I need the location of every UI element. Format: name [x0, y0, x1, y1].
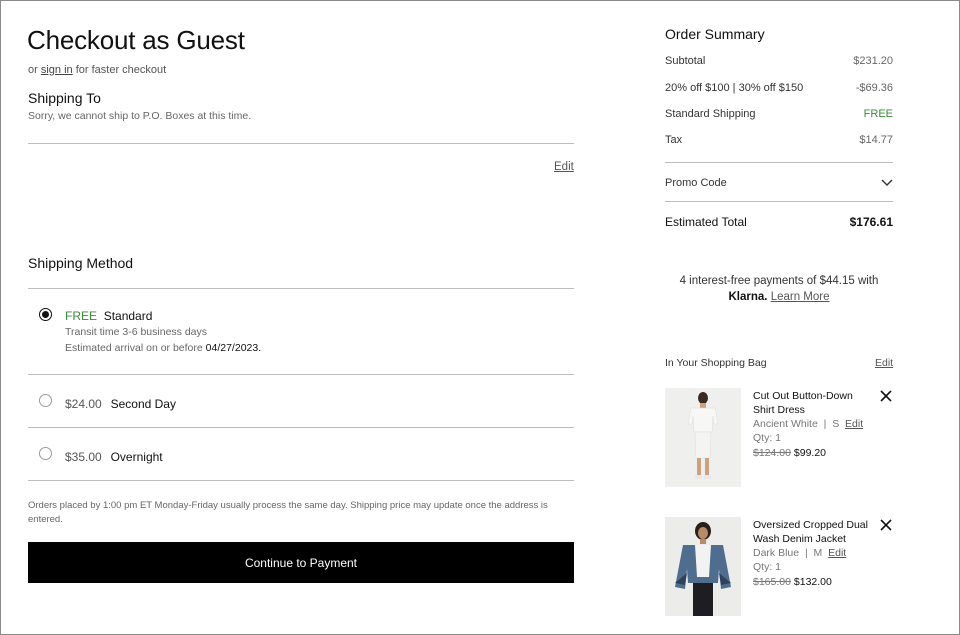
estimated-total-label: Estimated Total: [665, 215, 747, 229]
summary-row-discount: 20% off $100 | 30% off $150 -$69.36: [665, 82, 893, 94]
estimated-total-value: $176.61: [849, 215, 893, 229]
page-title: Checkout as Guest: [27, 25, 245, 55]
item-size: S: [832, 418, 840, 430]
subtotal-value: $231.20: [853, 55, 893, 67]
bag-heading: In Your Shopping Bag: [665, 357, 767, 369]
shipping-value: FREE: [863, 108, 893, 120]
overnight-price: $35.00: [65, 450, 102, 464]
second-day-price: $24.00: [65, 397, 102, 411]
continue-to-payment-button[interactable]: Continue to Payment: [28, 542, 574, 583]
discount-label: 20% off $100 | 30% off $150: [665, 82, 804, 94]
summary-row-subtotal: Subtotal $231.20: [665, 55, 893, 67]
item-size: M: [813, 547, 823, 559]
order-summary-heading: Order Summary: [665, 26, 765, 42]
remove-item-icon[interactable]: [879, 389, 893, 403]
promo-code-label: Promo Code: [665, 177, 727, 189]
arrival-date: 04/27/2023.: [205, 342, 262, 354]
divider: [665, 162, 893, 163]
summary-row-shipping: Standard Shipping FREE: [665, 108, 893, 120]
bag-edit-link[interactable]: Edit: [875, 357, 893, 369]
second-day-name: Second Day: [110, 397, 176, 411]
divider: [28, 143, 574, 144]
item-sale-price: $132.00: [793, 576, 832, 588]
chevron-down-icon: [881, 179, 893, 186]
klarna-text: 4 interest-free payments of $44.15 with: [679, 275, 879, 287]
second-day-label: $24.00 Second Day: [65, 395, 176, 413]
estimated-total-row: Estimated Total $176.61: [665, 215, 893, 229]
radio-standard[interactable]: [39, 308, 52, 321]
shipping-option-second-day[interactable]: $24.00 Second Day: [28, 375, 574, 427]
shipping-method-heading: Shipping Method: [28, 255, 134, 271]
overnight-name: Overnight: [110, 450, 163, 464]
divider: [665, 201, 893, 202]
klarna-brand: Klarna.: [728, 291, 768, 303]
item-qty: Qty: 1: [753, 561, 782, 573]
tax-value: $14.77: [859, 134, 893, 146]
item-variant: Dark Blue | M Edit: [753, 547, 847, 559]
signin-prefix: or: [28, 64, 38, 76]
item-price: $165.00 $132.00: [753, 576, 832, 588]
sign-in-link[interactable]: sign in: [41, 64, 73, 76]
standard-arrival: Estimated arrival on or before 04/27/202…: [65, 342, 261, 354]
item-title[interactable]: Oversized Cropped Dual Wash Denim Jacket: [753, 518, 875, 546]
dress-photo: [665, 388, 741, 487]
remove-item-icon[interactable]: [879, 518, 893, 532]
promo-code-toggle[interactable]: Promo Code: [665, 170, 893, 196]
po-box-notice: Sorry, we cannot ship to P.O. Boxes at t…: [28, 110, 252, 122]
divider: [28, 480, 574, 481]
jacket-photo: [665, 517, 741, 616]
overnight-label: $35.00 Overnight: [65, 448, 163, 466]
product-image-dress[interactable]: [665, 388, 741, 487]
shipping-address-edit-link[interactable]: Edit: [554, 161, 574, 173]
tax-label: Tax: [665, 134, 683, 146]
shipping-option-standard[interactable]: FREE Standard Transit time 3-6 business …: [28, 289, 574, 374]
product-image-jacket[interactable]: [665, 517, 741, 616]
klarna-learn-more-link[interactable]: Learn More: [771, 291, 830, 303]
item-variant: Ancient White | S Edit: [753, 418, 864, 430]
standard-transit: Transit time 3-6 business days: [65, 326, 208, 338]
item-original-price: $124.00: [753, 447, 791, 459]
standard-name: Standard: [103, 309, 153, 323]
shipping-option-overnight[interactable]: $35.00 Overnight: [28, 428, 574, 480]
item-original-price: $165.00: [753, 576, 791, 588]
item-qty: Qty: 1: [753, 432, 782, 444]
klarna-message: 4 interest-free payments of $44.15 with …: [665, 273, 893, 305]
shipping-note: Orders placed by 1:00 pm ET Monday-Frida…: [28, 500, 548, 525]
subtotal-label: Subtotal: [665, 55, 706, 67]
radio-second-day[interactable]: [39, 394, 52, 407]
item-color: Dark Blue: [753, 547, 800, 559]
shipping-label: Standard Shipping: [665, 108, 756, 120]
shipping-to-heading: Shipping To: [28, 90, 101, 106]
summary-row-tax: Tax $14.77: [665, 134, 893, 146]
standard-option-label: FREE Standard: [65, 309, 152, 323]
item-color: Ancient White: [753, 418, 818, 430]
radio-overnight[interactable]: [39, 447, 52, 460]
standard-price: FREE: [65, 309, 98, 323]
signin-suffix: for faster checkout: [75, 64, 167, 76]
discount-value: -$69.36: [855, 82, 893, 94]
signin-line: or sign in for faster checkout: [28, 64, 166, 76]
item-edit-link[interactable]: Edit: [845, 418, 863, 430]
item-title[interactable]: Cut Out Button-Down Shirt Dress: [753, 389, 873, 417]
arrival-prefix: Estimated arrival on or before: [65, 342, 203, 354]
item-price: $124.00 $99.20: [753, 447, 826, 459]
item-sale-price: $99.20: [793, 447, 827, 459]
item-edit-link[interactable]: Edit: [828, 547, 846, 559]
